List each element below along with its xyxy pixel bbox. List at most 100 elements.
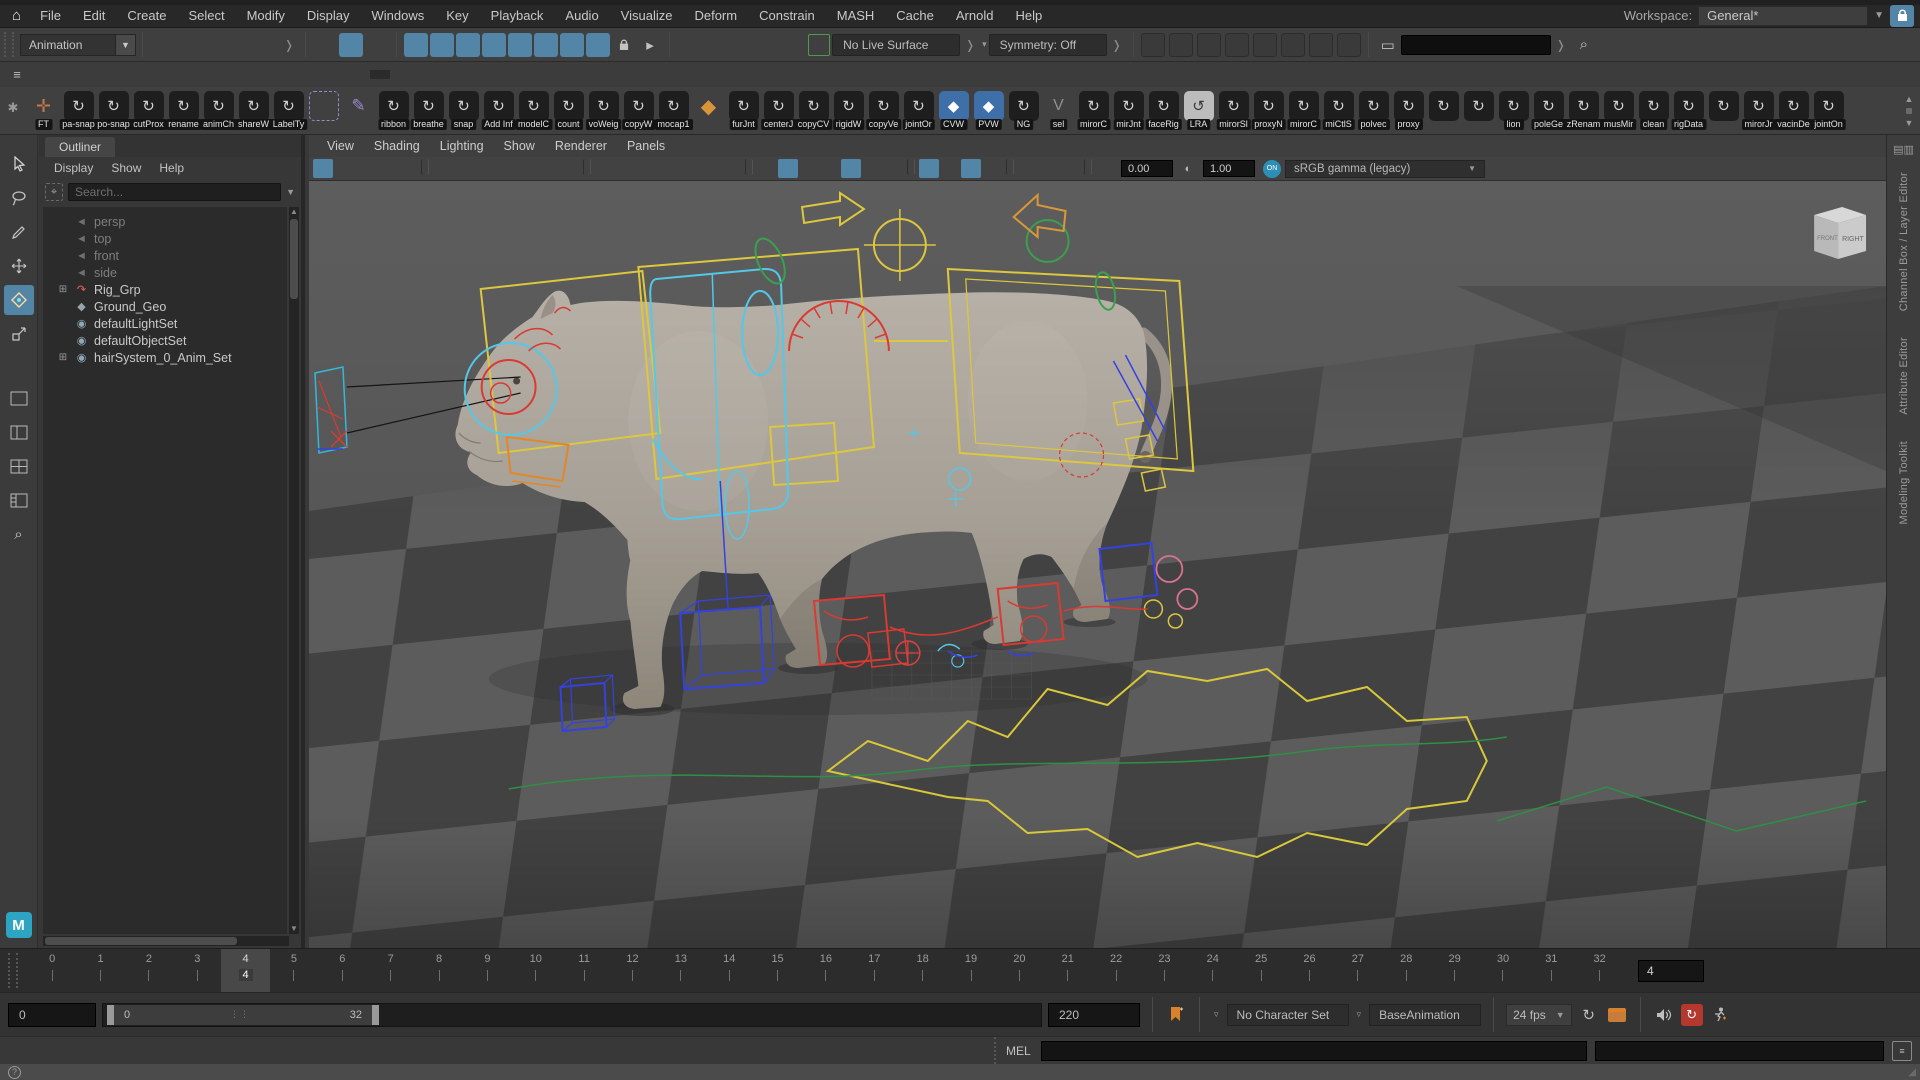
animation-preferences-button[interactable] — [1709, 1004, 1731, 1026]
live-surface-field[interactable]: No Live Surface — [832, 34, 960, 56]
shelf-button[interactable]: poleGe — [1531, 90, 1566, 132]
viewport-menu-item[interactable]: Renderer — [545, 137, 617, 155]
viewport-toolbar-button[interactable] — [961, 159, 981, 178]
shelf-tab[interactable] — [90, 70, 110, 79]
timeline-frame[interactable]: 0 — [28, 949, 76, 992]
timeline-frame[interactable]: 18 — [898, 949, 946, 992]
shelf-button[interactable]: clean — [1636, 90, 1671, 132]
shelf-button[interactable]: modelC — [516, 90, 551, 132]
shelf-button[interactable]: copyVe — [866, 90, 901, 132]
render-button[interactable] — [1197, 33, 1221, 57]
viewport-toolbar-button[interactable] — [940, 159, 960, 178]
shelf-button[interactable] — [1426, 90, 1461, 132]
shelf-tab[interactable] — [390, 70, 410, 79]
range-slider-track[interactable]: 0 ⋮⋮ 32 — [102, 1003, 1042, 1027]
shelf-tab[interactable] — [50, 70, 70, 79]
viewport-menu-item[interactable]: Show — [494, 137, 545, 155]
viewport-toolbar-button[interactable] — [982, 159, 1002, 178]
shelf-button[interactable]: rigidW — [831, 90, 866, 132]
current-tool[interactable] — [4, 285, 34, 315]
shelf-button[interactable]: po-snap — [96, 90, 131, 132]
viewport-toolbar-button[interactable] — [475, 159, 495, 178]
menu-item[interactable]: Arnold — [945, 6, 1005, 25]
lasso-tool[interactable] — [4, 183, 34, 213]
timeline-frame[interactable]: 14 — [705, 949, 753, 992]
outliner-item[interactable]: side — [43, 264, 287, 281]
history-button[interactable] — [807, 33, 831, 57]
snap-button[interactable] — [404, 33, 428, 57]
command-language-toggle[interactable]: MEL — [1006, 1044, 1031, 1058]
scroll-down-icon[interactable]: ▼ — [1905, 118, 1914, 128]
filter-icon[interactable]: ⌖ — [45, 183, 63, 201]
viewport-toolbar-button[interactable] — [1096, 159, 1116, 178]
highlight-selection-button[interactable]: ▸ — [638, 33, 662, 57]
history-button[interactable] — [781, 33, 805, 57]
timeline-frame[interactable]: 20 — [995, 949, 1043, 992]
colorspace-dropdown[interactable]: sRGB gamma (legacy) ▼ — [1285, 160, 1485, 178]
shelf-button[interactable]: breathe — [411, 90, 446, 132]
timeline-frame[interactable]: 2 — [125, 949, 173, 992]
zoom-tool[interactable]: ⌕ — [4, 519, 34, 549]
view-cube[interactable]: FRONT RIGHT — [1814, 207, 1866, 259]
timeline-frame[interactable]: 29 — [1430, 949, 1478, 992]
timeline-frame[interactable]: 4 4 — [221, 949, 269, 992]
menu-item[interactable]: Cache — [885, 6, 945, 25]
timeline-frame[interactable]: 12 — [608, 949, 656, 992]
viewport-toolbar-button[interactable] — [334, 159, 354, 178]
playback-button[interactable] — [1875, 968, 1883, 974]
timeline-frame[interactable]: 19 — [947, 949, 995, 992]
viewport-toolbar-button[interactable] — [496, 159, 516, 178]
outliner-item[interactable]: top — [43, 230, 287, 247]
animation-end-field[interactable]: 220 — [1048, 1003, 1140, 1027]
timeline-frame[interactable]: 10 — [512, 949, 560, 992]
viewport-toolbar-button[interactable] — [1039, 159, 1059, 178]
shelf-button[interactable] — [306, 90, 341, 132]
shelf-button[interactable]: rigData — [1671, 90, 1706, 132]
sidebar-vertical-tab[interactable]: Attribute Editor — [1898, 337, 1910, 415]
shelf-tab[interactable] — [150, 70, 170, 79]
file-button[interactable] — [228, 33, 252, 57]
viewport-toolbar-button[interactable] — [454, 159, 474, 178]
render-button[interactable] — [1281, 33, 1305, 57]
playblast-button[interactable] — [1606, 1004, 1628, 1026]
viewport-toolbar-button[interactable] — [1084, 159, 1092, 175]
shelf-button[interactable]: mirJnt — [1111, 90, 1146, 132]
timeline-frame[interactable]: 3 — [173, 949, 221, 992]
viewport-toolbar-button[interactable] — [433, 159, 453, 178]
viewport-toolbar-button[interactable] — [313, 159, 333, 178]
viewport-toolbar-button[interactable] — [841, 159, 861, 178]
selection-mask-button[interactable] — [365, 33, 389, 57]
outliner-item[interactable]: Ground_Geo — [43, 298, 287, 315]
chevron-down-icon[interactable]: ▿ — [1214, 1009, 1219, 1020]
outliner-tab[interactable]: Outliner — [45, 137, 115, 157]
shelf-button[interactable]: CVW — [936, 90, 971, 132]
viewport-toolbar-button[interactable] — [778, 159, 798, 178]
shelf-button[interactable]: musMir — [1601, 90, 1636, 132]
outliner-hscrollbar[interactable] — [43, 936, 289, 946]
shelf-button[interactable] — [691, 90, 726, 132]
timeline-frame[interactable]: 23 — [1140, 949, 1188, 992]
fps-dropdown[interactable]: 24 fps ▼ — [1506, 1004, 1572, 1026]
quick-selection-input[interactable] — [1401, 35, 1551, 55]
menu-item[interactable]: Edit — [72, 6, 116, 25]
outliner-menu-item[interactable]: Display — [45, 159, 102, 177]
render-button[interactable] — [1337, 33, 1361, 57]
help-icon[interactable]: ? — [8, 1066, 21, 1079]
menu-item[interactable]: Audio — [554, 6, 609, 25]
selection-field-icon[interactable]: ▭ — [1376, 33, 1400, 57]
shelf-tab[interactable] — [410, 70, 430, 79]
timeline-frame[interactable]: 8 — [415, 949, 463, 992]
layout-single-pane-button[interactable] — [4, 383, 34, 413]
snap-button[interactable] — [534, 33, 558, 57]
menu-item[interactable]: Constrain — [748, 6, 826, 25]
snap-button[interactable] — [430, 33, 454, 57]
playback-button[interactable] — [1822, 968, 1830, 974]
file-button[interactable] — [176, 33, 200, 57]
timeline-frame[interactable]: 15 — [753, 949, 801, 992]
viewport-toolbar-button[interactable] — [700, 159, 720, 178]
viewport-menu-item[interactable]: Lighting — [430, 137, 494, 155]
shelf-button[interactable]: proxyN — [1251, 90, 1286, 132]
viewport-toolbar-button[interactable] — [745, 159, 753, 175]
render-button[interactable] — [1309, 33, 1333, 57]
timeline-frame[interactable]: 17 — [850, 949, 898, 992]
